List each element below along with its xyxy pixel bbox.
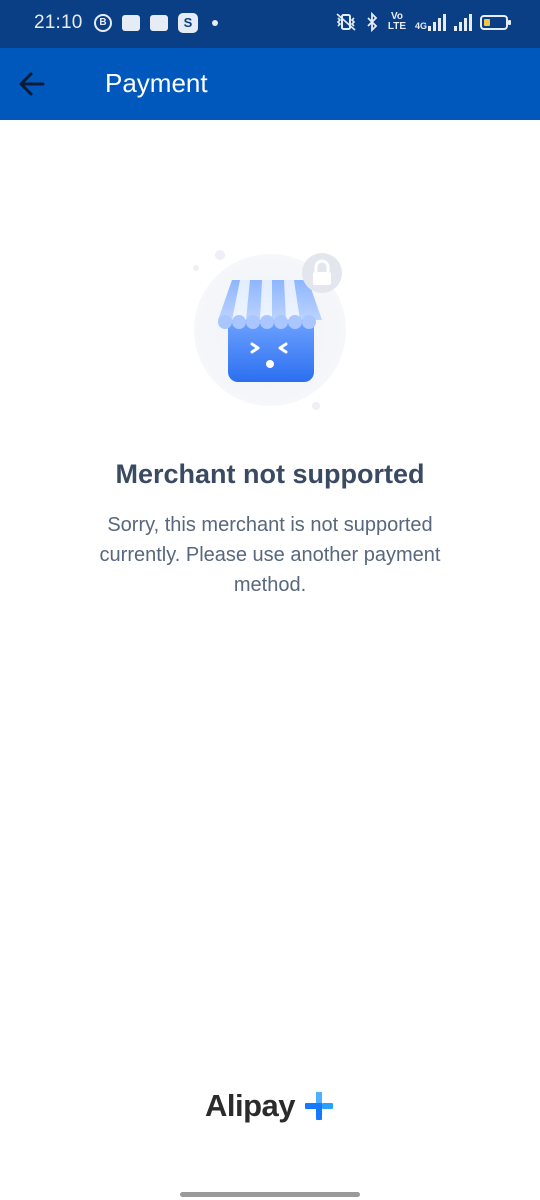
error-title: Merchant not supported [115, 459, 425, 489]
signal-4g-icon: 4G [415, 13, 446, 31]
s-app-icon: S [178, 13, 198, 33]
bluetooth-icon [367, 12, 378, 32]
plus-logo-icon [305, 1092, 334, 1120]
back-arrow-icon [19, 72, 45, 96]
b-circle-icon: B [94, 14, 112, 32]
status-time: 21:10 [34, 12, 83, 33]
brand-name: Alipay [205, 1088, 296, 1123]
merchant-illustration [180, 240, 360, 420]
error-message: Sorry, this merchant is not supported cu… [99, 514, 441, 596]
dot-icon [212, 20, 218, 26]
status-bar: 21:10 B S Vo LTE 4G [0, 0, 540, 48]
uniqlo-icon [150, 15, 168, 31]
store-lock-icon [193, 250, 346, 410]
app-bar: Payment [0, 48, 540, 120]
status-system-icons: Vo LTE 4G [335, 11, 511, 32]
page-title: Payment [105, 68, 208, 98]
battery-icon [480, 14, 511, 30]
back-button[interactable] [14, 66, 50, 102]
network-label: 4G [414, 21, 427, 31]
alipay-plus-logo: Alipay [205, 1086, 335, 1126]
gesture-nav-handle[interactable] [180, 1192, 360, 1197]
status-notification-icons: B S [94, 13, 218, 33]
volte-icon: Vo LTE [387, 11, 407, 32]
signal-icon [454, 13, 472, 31]
app-icon [122, 15, 140, 31]
vibrate-icon [336, 13, 356, 31]
